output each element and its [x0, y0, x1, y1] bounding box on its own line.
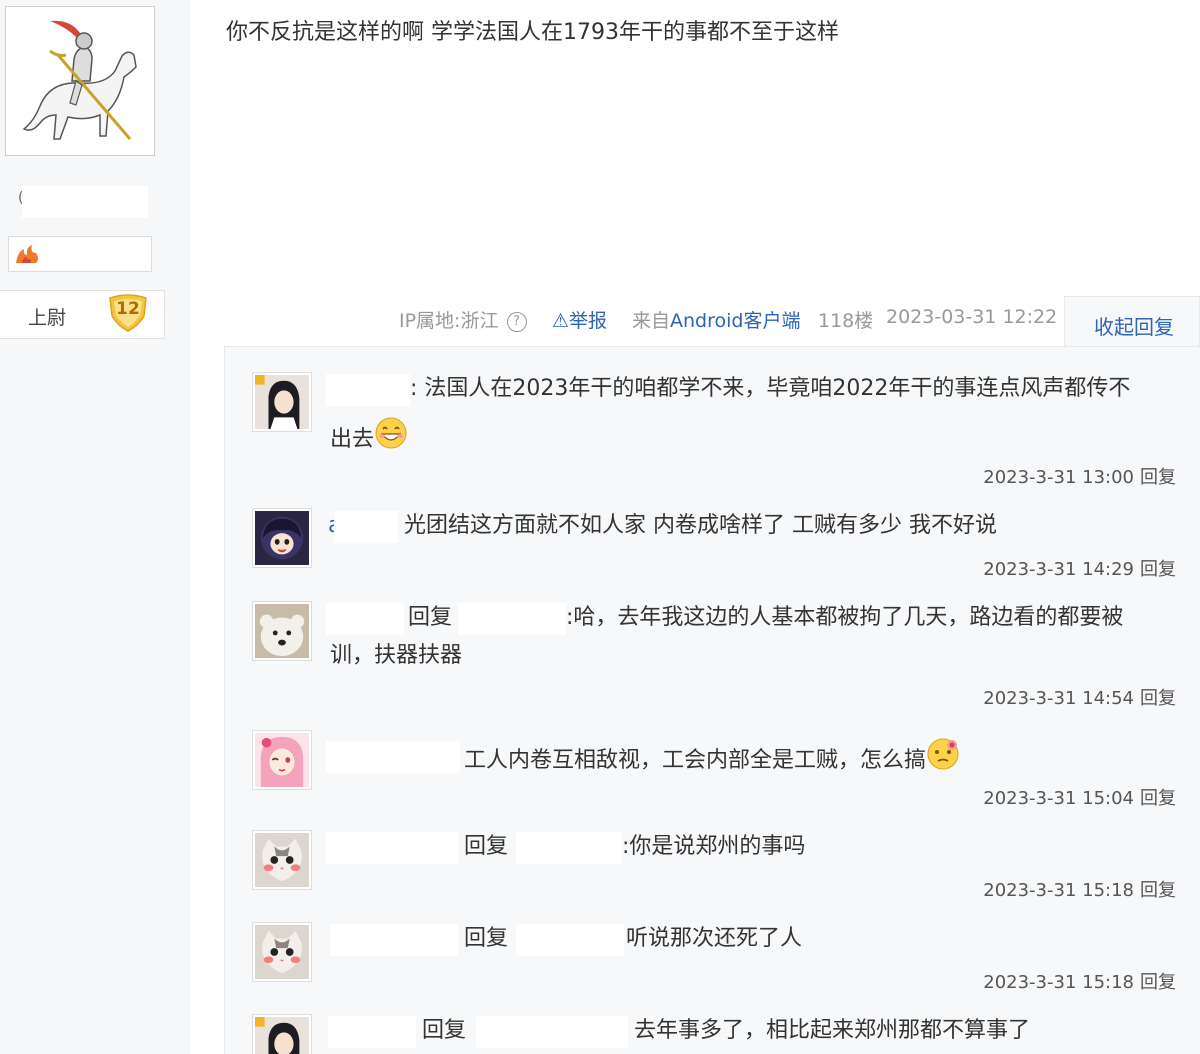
reply-text-line2: 出去: [330, 427, 375, 452]
knight-on-horse-image: [10, 11, 150, 151]
author-name-redaction: [22, 186, 148, 218]
anime-avatar-image: [255, 1017, 309, 1054]
reply-meta: 2023-3-31 15:18 回复: [983, 968, 1176, 994]
reply-button[interactable]: 回复: [1140, 972, 1176, 993]
ip-location-label: IP属地:浙江: [399, 310, 499, 332]
reply-text: :你是说郑州的事吗: [622, 834, 806, 859]
reply-button[interactable]: 回复: [1140, 880, 1176, 901]
reply-text: :哈，去年我这边的人基本都被拘了几天，路边看的都要被: [566, 605, 1124, 630]
author-avatar[interactable]: [5, 6, 155, 156]
author-badge-box[interactable]: [8, 236, 152, 272]
reply-to-word: 回复: [408, 605, 453, 630]
reply-meta: 2023-3-31 13:00 回复: [983, 463, 1176, 489]
reply-to-word: 回复: [422, 1018, 467, 1043]
collapse-replies-button[interactable]: 收起回复: [1064, 296, 1200, 348]
level-shield-icon: 12: [108, 294, 148, 332]
reply-meta: 2023-3-31 14:29 回复: [983, 555, 1176, 581]
username-redaction: [476, 1016, 628, 1048]
reply-text: : 法国人在2023年干的咱都学不来，毕竟咱2022年干的事连点风声都传不: [410, 376, 1131, 401]
reply-text: 光团结这方面就不如人家 内卷成啥样了 工贼有多少 我不好说: [404, 513, 997, 538]
username-redaction: [516, 832, 622, 864]
pink-anime-avatar-image: [255, 733, 309, 787]
reply-time: 2023-3-31 15:04: [983, 788, 1134, 809]
username-redaction: [326, 741, 460, 773]
reply-button[interactable]: 回复: [1140, 559, 1176, 580]
ip-location: IP属地:浙江 ?: [399, 306, 527, 340]
post-date: 2023-03-31 12:22: [886, 306, 1058, 328]
username-redaction: [334, 511, 398, 543]
reply-time: 2023-3-31 13:00: [983, 467, 1134, 488]
reply-text: 去年事多了，相比起来郑州那都不算事了: [634, 1018, 1031, 1043]
client-prefix: 来自: [632, 310, 671, 332]
client-app-link[interactable]: Android客户端: [670, 310, 800, 332]
author-sidebar: ( 上尉 12: [0, 0, 190, 1054]
username-redaction: [458, 603, 566, 635]
reply-button[interactable]: 回复: [1140, 467, 1176, 488]
cat-avatar-image: [255, 833, 309, 887]
reply-meta: 2023-3-31 15:18 回复: [983, 876, 1176, 902]
help-icon[interactable]: ?: [506, 312, 527, 332]
reply-avatar[interactable]: [252, 372, 312, 432]
reply-text: 工人内卷互相敌视，工会内部全是工贼，怎么搞: [464, 737, 960, 779]
reply-time: 2023-3-31 15:18: [983, 880, 1134, 901]
username-redaction: [326, 832, 458, 864]
flame-badge-icon: [14, 245, 40, 269]
author-level-box[interactable]: 上尉 12: [0, 290, 165, 339]
reply-meta: 2023-3-31 14:54 回复: [983, 684, 1176, 710]
reply-button[interactable]: 回复: [1140, 788, 1176, 809]
reply-time: 2023-3-31 14:54: [983, 688, 1134, 709]
reply-button[interactable]: 回复: [1140, 688, 1176, 709]
floor-number: 118楼: [818, 310, 874, 332]
cat-avatar-image: [255, 925, 309, 979]
client-source: 来自Android客户端: [632, 306, 800, 340]
grin-emoji-icon: [374, 416, 408, 450]
reply-avatar[interactable]: [252, 922, 312, 982]
reply-text-content: 工人内卷互相敌视，工会内部全是工贼，怎么搞: [464, 748, 927, 773]
reply-text-line2: 训，扶器扶器: [330, 643, 463, 668]
username-redaction: [516, 924, 624, 956]
reply-time: 2023-3-31 14:29: [983, 559, 1134, 580]
white-dog-avatar-image: [255, 604, 309, 658]
level-title: 上尉: [28, 307, 67, 329]
username-redaction: [328, 1016, 416, 1048]
report-label: 举报: [569, 310, 608, 332]
post-content: 你不反抗是这样的啊 学学法国人在1793年干的事都不至于这样: [226, 20, 839, 45]
collapse-replies-label: 收起回复: [1094, 315, 1174, 339]
level-number: 12: [116, 299, 140, 319]
username-redaction: [326, 603, 404, 635]
reply-text: 听说那次还死了人: [626, 926, 803, 951]
reply-to-word: 回复: [464, 926, 509, 951]
reply-avatar[interactable]: [252, 601, 312, 661]
anime-avatar-image: [255, 511, 309, 565]
warning-icon: ⚠: [552, 310, 570, 332]
anime-avatar-image: [255, 375, 309, 429]
reply-text-continued: 出去: [330, 416, 408, 458]
reply-time: 2023-3-31 15:18: [983, 972, 1134, 993]
reply-avatar[interactable]: [252, 1014, 312, 1054]
reply-avatar[interactable]: [252, 830, 312, 890]
reply-meta: 2023-3-31 15:04 回复: [983, 784, 1176, 810]
reply-to-word: 回复: [464, 834, 509, 859]
reply-avatar[interactable]: [252, 508, 312, 568]
username-redaction: [330, 924, 458, 956]
confused-emoji-icon: [926, 737, 960, 771]
report-link[interactable]: ⚠举报: [552, 306, 607, 340]
username-redaction: [326, 374, 410, 406]
reply-avatar[interactable]: [252, 730, 312, 790]
